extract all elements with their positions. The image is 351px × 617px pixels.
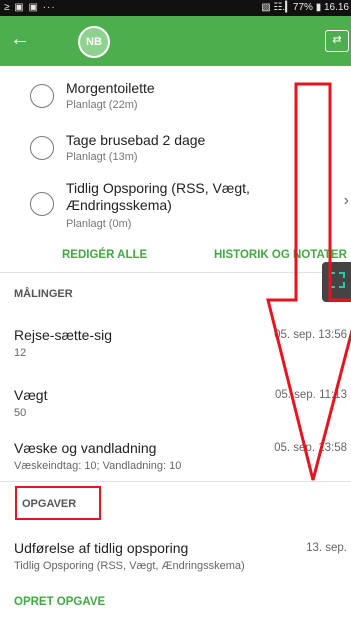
status-bar: ≥ ▣ ▣ ··· ▧ ☷.▎77% ▮ 16.16	[0, 0, 351, 16]
status-system-info: ▧ ☷.▎77% ▮ 16.16	[261, 2, 349, 13]
measurement-name: Rejse-sætte-sig	[14, 327, 113, 343]
measurements-heading: MÅLINGER	[14, 288, 73, 300]
create-task-button[interactable]: OPRET OPGAVE	[14, 596, 105, 608]
measurement-name: Vægt	[14, 387, 48, 403]
measurement-name: Væske og vandladning	[14, 440, 157, 456]
measurement-value: Væskeindtag: 10; Vandladning: 10	[14, 460, 182, 472]
floating-side-button[interactable]	[322, 262, 351, 302]
task-status: Planlagt (22m)	[66, 99, 138, 111]
divider	[0, 481, 351, 482]
task-row-detail: Tidlig Opsporing (RSS, Vægt, Ændringsske…	[14, 560, 245, 572]
measurement-value: 12	[14, 347, 27, 359]
task-checkbox[interactable]	[30, 136, 54, 160]
measurement-value: 50	[14, 407, 27, 419]
chevron-right-icon[interactable]: ›	[344, 192, 349, 210]
task-status: Planlagt (13m)	[66, 151, 138, 163]
avatar[interactable]: NB	[78, 26, 110, 58]
back-arrow-icon[interactable]: ←	[10, 27, 30, 51]
status-notification-icons: ≥ ▣ ▣ ···	[4, 2, 56, 13]
task-title: Tidlig Opsporing (RSS, Vægt, Ændringsske…	[66, 180, 250, 213]
task-checkbox[interactable]	[30, 192, 54, 216]
task-checkbox[interactable]	[30, 84, 54, 108]
annotation-highlight-box	[15, 486, 101, 520]
app-bar: ← NB ⇄	[0, 16, 351, 66]
task-title: Tage brusebad 2 dage	[66, 132, 206, 148]
measurement-time: 05. sep. 13:56	[274, 329, 347, 341]
measurement-time: 05. sep. 13:58	[274, 442, 347, 454]
measurement-time: 05. sep. 11:13	[274, 389, 347, 401]
divider	[0, 272, 351, 273]
task-title: Morgentoilette	[66, 80, 155, 96]
task-row-name: Udførelse af tidlig opsporing	[14, 540, 189, 556]
task-actions: REDIGÉR ALLE HISTORIK OG NOTATER	[0, 245, 351, 267]
task-row-date: 13. sep.	[306, 542, 347, 554]
expand-icon	[329, 272, 345, 288]
history-notes-button[interactable]: HISTORIK OG NOTATER	[214, 249, 347, 261]
edit-all-button[interactable]: REDIGÉR ALLE	[62, 249, 147, 261]
task-status: Planlagt (0m)	[66, 218, 132, 230]
switch-view-icon[interactable]: ⇄	[325, 30, 349, 52]
